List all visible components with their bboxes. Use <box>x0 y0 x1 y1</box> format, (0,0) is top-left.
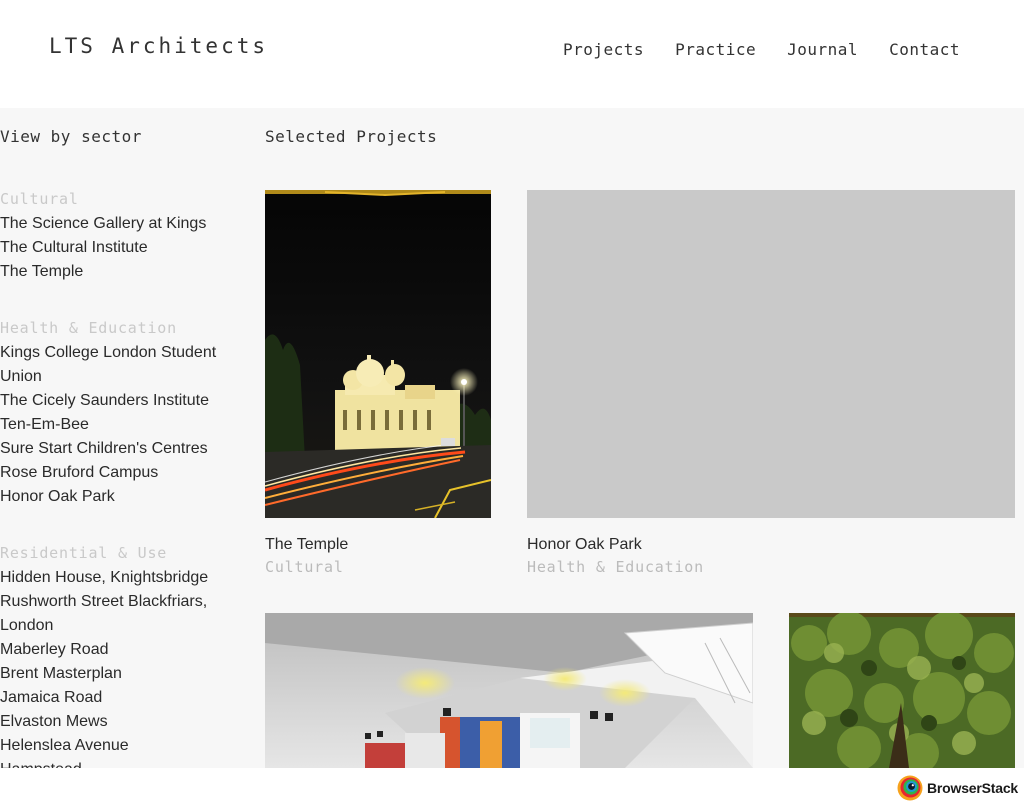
sidebar-project-link[interactable]: Jamaica Road <box>0 686 240 710</box>
project-thumbnail-temple-night[interactable] <box>265 190 491 518</box>
sidebar-project-link[interactable]: Hidden House, Knightsbridge <box>0 566 240 590</box>
nav-practice[interactable]: Practice <box>675 40 756 59</box>
project-thumbnail-trees[interactable] <box>789 613 1015 768</box>
sidebar-title: View by sector <box>0 127 142 146</box>
site-logo[interactable]: LTS Architects <box>49 34 268 58</box>
project-sector: Health & Education <box>527 558 704 576</box>
sector-group-cultural: Cultural The Science Gallery at Kings Th… <box>0 188 240 284</box>
project-title[interactable]: The Temple <box>265 536 348 554</box>
sidebar-project-link[interactable]: Hampstead <box>0 758 240 768</box>
sidebar-project-link[interactable]: The Cultural Institute <box>0 236 240 260</box>
sector-heading: Residential & Use <box>0 544 168 562</box>
sector-group-residential: Residential & Use Hidden House, Knightsb… <box>0 542 240 768</box>
nav-projects[interactable]: Projects <box>563 40 644 59</box>
projects-heading: Selected Projects <box>265 127 438 146</box>
interior-render-image <box>265 613 753 768</box>
sidebar-project-link[interactable]: Helenslea Avenue <box>0 734 240 758</box>
nav-journal[interactable]: Journal <box>787 40 858 59</box>
sidebar-project-link[interactable]: Brent Masterplan <box>0 662 240 686</box>
main-nav: Projects Practice Journal Contact <box>563 40 991 59</box>
browser-footer: BrowserStack <box>0 768 1024 808</box>
nav-contact[interactable]: Contact <box>889 40 960 59</box>
sidebar-project-link[interactable]: Elvaston Mews <box>0 710 240 734</box>
sidebar-project-link[interactable]: Rushworth Street Blackfriars, London <box>0 590 240 638</box>
project-sector: Cultural <box>265 558 344 576</box>
sector-heading: Cultural <box>0 190 79 208</box>
trees-photo <box>789 613 1015 768</box>
project-thumbnail-interior[interactable] <box>265 613 753 768</box>
sector-heading: Health & Education <box>0 319 177 337</box>
project-card-interior-render[interactable] <box>265 613 753 768</box>
project-title[interactable]: Honor Oak Park <box>527 536 642 554</box>
sidebar-project-link[interactable]: Honor Oak Park <box>0 485 240 509</box>
browserstack-badge[interactable]: BrowserStack <box>897 775 1018 801</box>
sidebar-project-link[interactable]: The Science Gallery at Kings <box>0 212 240 236</box>
sidebar-project-link[interactable]: The Temple <box>0 260 240 284</box>
project-card-the-temple[interactable]: The Temple Cultural <box>265 190 491 580</box>
sidebar-project-link[interactable]: Rose Bruford Campus <box>0 461 240 485</box>
project-thumbnail-placeholder[interactable] <box>527 190 1015 518</box>
sidebar-project-link[interactable]: Sure Start Children's Centres <box>0 437 240 461</box>
sector-group-health-education: Health & Education Kings College London … <box>0 317 240 509</box>
sidebar-project-link[interactable]: Ten-Em-Bee <box>0 413 240 437</box>
site-header: LTS Architects Projects Practice Journal… <box>0 0 1024 108</box>
project-card-honor-oak-park[interactable]: Honor Oak Park Health & Education <box>527 190 1015 580</box>
main-content: View by sector Cultural The Science Gall… <box>0 108 1024 768</box>
sidebar-project-link[interactable]: Maberley Road <box>0 638 240 662</box>
sidebar-project-link[interactable]: The Cicely Saunders Institute <box>0 389 240 413</box>
project-card-trees[interactable] <box>789 613 1015 768</box>
browserstack-label: BrowserStack <box>927 780 1018 796</box>
sidebar-project-link[interactable]: Kings College London Student Union <box>0 341 240 389</box>
temple-night-photo <box>265 190 491 518</box>
browserstack-logo-icon <box>897 775 923 801</box>
